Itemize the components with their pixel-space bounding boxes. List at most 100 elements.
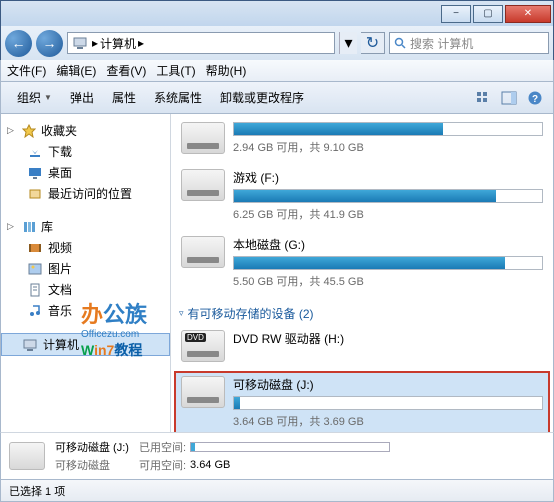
sidebar-item-recent[interactable]: 最近访问的位置 [1, 183, 170, 204]
expand-icon: ▷ [7, 221, 17, 232]
recent-icon [27, 186, 43, 202]
window-titlebar: − ▢ ✕ [0, 0, 554, 26]
removable-icon [9, 442, 45, 470]
usage-bar [233, 256, 543, 270]
collapse-icon: ▿ [179, 308, 184, 319]
close-button[interactable]: ✕ [505, 5, 551, 23]
arrow-right-icon: → [43, 35, 57, 51]
menu-edit[interactable]: 编辑(E) [56, 62, 96, 79]
drive-item-removable-selected[interactable]: 可移动磁盘 (J:) 3.64 GB 可用，共 3.69 GB [175, 372, 549, 432]
menu-tools[interactable]: 工具(T) [156, 62, 195, 79]
video-icon [27, 240, 43, 256]
address-bar[interactable]: ▸ 计算机 ▸ [67, 32, 335, 54]
maximize-icon: ▢ [483, 8, 492, 19]
navigation-pane: ▷ 收藏夹 下载 桌面 最近访问的位置 ▷ 库 [1, 114, 171, 432]
document-icon [27, 282, 43, 298]
status-text: 已选择 1 项 [9, 483, 65, 499]
menu-file[interactable]: 文件(F) [7, 62, 46, 79]
view-icon [475, 90, 491, 106]
properties-button[interactable]: 属性 [104, 85, 144, 110]
drive-title: 本地磁盘 (G:) [233, 236, 543, 253]
drive-title: DVD RW 驱动器 (H:) [233, 330, 543, 347]
folder-view[interactable]: 2.94 GB 可用，共 9.10 GB 游戏 (F:) 6.25 GB 可用，… [171, 114, 553, 432]
chevron-down-icon: ▼ [44, 93, 52, 102]
sidebar-item-desktop[interactable]: 桌面 [1, 162, 170, 183]
details-used-bar [190, 442, 390, 452]
usage-bar [233, 189, 543, 203]
details-avail-label: 可用空间: [139, 457, 186, 473]
refresh-button[interactable]: ↻ [361, 32, 385, 54]
download-icon [27, 144, 43, 160]
drive-title: 游戏 (F:) [233, 169, 543, 186]
command-bar: 组织▼ 弹出 属性 系统属性 卸载或更改程序 ? [0, 82, 554, 114]
picture-icon [27, 261, 43, 277]
libraries-icon [21, 219, 37, 235]
drive-item-dvd[interactable]: DVD RW 驱动器 (H:) [175, 326, 549, 372]
pane-icon [501, 90, 517, 106]
desktop-icon [27, 165, 43, 181]
details-type: 可移动磁盘 [55, 457, 129, 473]
preview-pane-button[interactable] [499, 88, 519, 108]
drive-item[interactable]: 2.94 GB 可用，共 9.10 GB [175, 118, 549, 165]
refresh-icon: ↻ [366, 33, 379, 53]
drive-subtext: 5.50 GB 可用，共 45.5 GB [233, 273, 543, 289]
removable-icon [181, 376, 225, 408]
details-avail-value: 3.64 GB [190, 459, 230, 471]
minimize-icon: − [453, 8, 459, 19]
usage-bar [233, 122, 543, 136]
section-removable[interactable]: ▿ 有可移动存储的设备 (2) [175, 299, 549, 326]
breadcrumb-root[interactable]: 计算机 [100, 35, 136, 52]
libraries-group[interactable]: ▷ 库 [1, 216, 170, 237]
svg-text:?: ? [532, 94, 538, 105]
sidebar-item-documents[interactable]: 文档 [1, 279, 170, 300]
computer-icon [22, 337, 38, 353]
breadcrumb-sep: ▸ [92, 36, 98, 50]
view-options-button[interactable] [473, 88, 493, 108]
details-name: 可移动磁盘 (J:) [55, 439, 129, 455]
main-content: ▷ 收藏夹 下载 桌面 最近访问的位置 ▷ 库 [0, 114, 554, 432]
dvd-icon [181, 330, 225, 362]
drive-subtext: 2.94 GB 可用，共 9.10 GB [233, 139, 543, 155]
drive-subtext: 6.25 GB 可用，共 41.9 GB [233, 206, 543, 222]
chevron-down-icon: ▾ [344, 33, 352, 53]
help-button[interactable]: ? [525, 88, 545, 108]
hdd-icon [181, 122, 225, 154]
sidebar-item-music[interactable]: 音乐 [1, 300, 170, 321]
help-icon: ? [527, 90, 543, 106]
menu-view[interactable]: 查看(V) [106, 62, 146, 79]
status-bar: 已选择 1 项 [0, 480, 554, 502]
menu-bar: 文件(F) 编辑(E) 查看(V) 工具(T) 帮助(H) [0, 60, 554, 82]
favorites-group[interactable]: ▷ 收藏夹 [1, 120, 170, 141]
hdd-icon [181, 236, 225, 268]
expand-icon: ▷ [7, 125, 17, 136]
eject-button[interactable]: 弹出 [62, 85, 102, 110]
system-properties-button[interactable]: 系统属性 [146, 85, 210, 110]
sidebar-item-videos[interactable]: 视频 [1, 237, 170, 258]
search-input[interactable]: 搜索 计算机 [389, 32, 549, 54]
computer-icon [72, 35, 88, 51]
hdd-icon [181, 169, 225, 201]
sidebar-item-computer[interactable]: 计算机 [1, 333, 170, 356]
drive-item[interactable]: 本地磁盘 (G:) 5.50 GB 可用，共 45.5 GB [175, 232, 549, 299]
star-icon [21, 123, 37, 139]
arrow-left-icon: ← [12, 35, 26, 51]
address-dropdown[interactable]: ▾ [339, 32, 357, 54]
organize-button[interactable]: 组织▼ [9, 85, 60, 110]
navigation-bar: ← → ▸ 计算机 ▸ ▾ ↻ 搜索 计算机 [0, 26, 554, 60]
sidebar-item-downloads[interactable]: 下载 [1, 141, 170, 162]
search-icon [394, 37, 406, 49]
close-icon: ✕ [524, 8, 532, 19]
usage-bar [233, 396, 543, 410]
drive-item[interactable]: 游戏 (F:) 6.25 GB 可用，共 41.9 GB [175, 165, 549, 232]
uninstall-button[interactable]: 卸载或更改程序 [212, 85, 312, 110]
drive-title: 可移动磁盘 (J:) [233, 376, 543, 393]
details-used-label: 已用空间: [139, 439, 186, 455]
breadcrumb-sep: ▸ [138, 36, 144, 50]
maximize-button[interactable]: ▢ [473, 5, 503, 23]
menu-help[interactable]: 帮助(H) [206, 62, 247, 79]
back-button[interactable]: ← [5, 30, 32, 57]
forward-button[interactable]: → [36, 30, 63, 57]
minimize-button[interactable]: − [441, 5, 471, 23]
drive-subtext: 3.64 GB 可用，共 3.69 GB [233, 413, 543, 429]
sidebar-item-pictures[interactable]: 图片 [1, 258, 170, 279]
